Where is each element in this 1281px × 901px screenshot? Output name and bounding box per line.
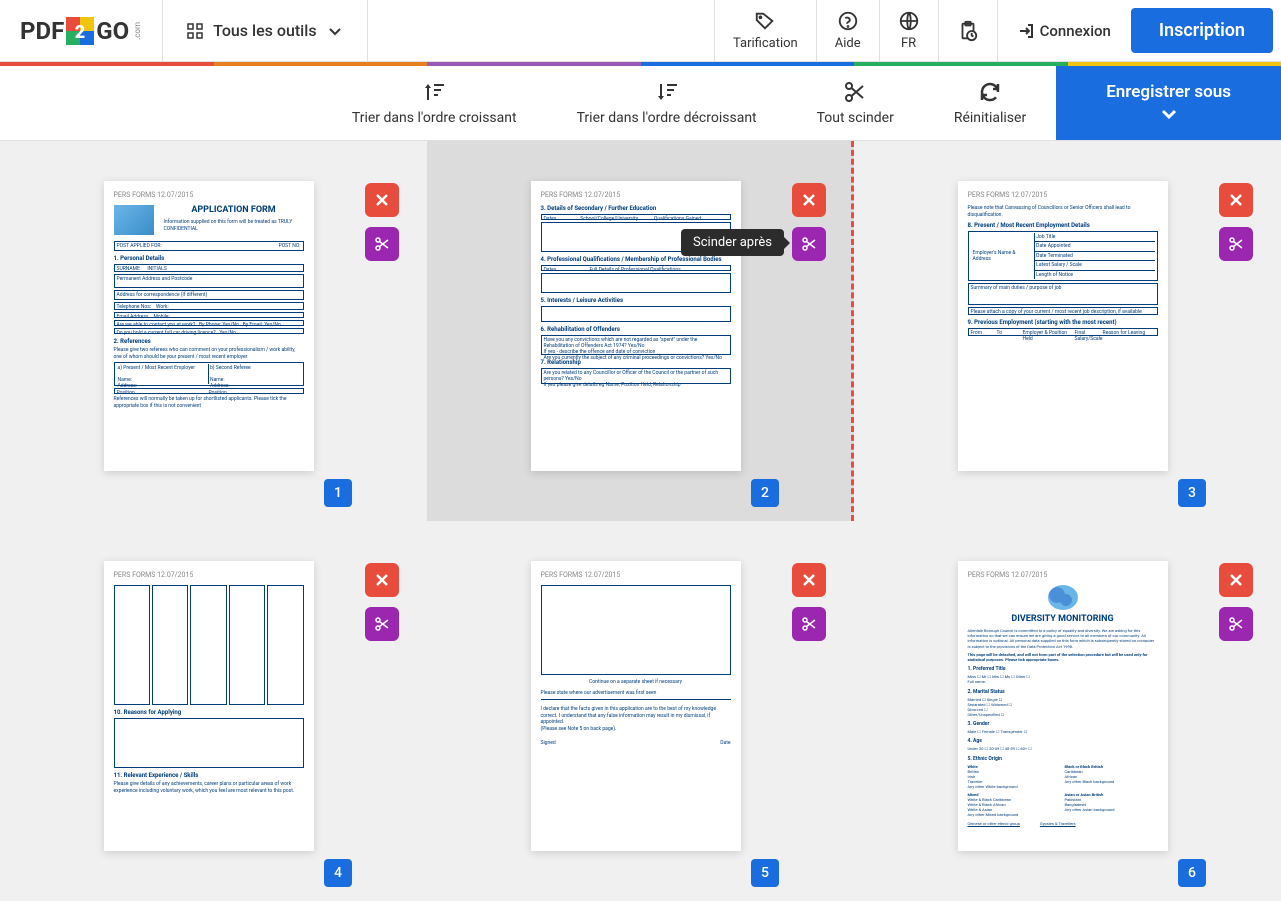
sort-asc-button[interactable]: Trier dans l'ordre croissant xyxy=(322,66,547,140)
close-icon xyxy=(801,192,817,208)
page-number: 3 xyxy=(1178,479,1206,507)
action-toolbar: Trier dans l'ordre croissant Trier dans … xyxy=(0,66,1281,141)
split-after-button[interactable] xyxy=(792,227,826,261)
close-icon xyxy=(374,192,390,208)
help-label: Aide xyxy=(835,36,861,51)
logo[interactable]: PDF 2 GO .com xyxy=(0,0,163,61)
scissors-icon xyxy=(1228,616,1244,632)
page-number: 2 xyxy=(751,479,779,507)
help-icon xyxy=(837,10,859,32)
page-cell-3[interactable]: PERS FORMS 12.07/2015 Please note that C… xyxy=(854,141,1281,521)
sort-desc-button[interactable]: Trier dans l'ordre décroissant xyxy=(547,66,787,140)
sort-desc-icon xyxy=(655,80,679,104)
delete-page-button[interactable] xyxy=(1219,183,1253,217)
sort-desc-label: Trier dans l'ordre décroissant xyxy=(577,110,757,126)
page-number: 5 xyxy=(751,859,779,887)
signup-button[interactable]: Inscription xyxy=(1131,8,1273,53)
page-number: 4 xyxy=(324,859,352,887)
delete-page-button[interactable] xyxy=(365,183,399,217)
page-thumbnail: PERS FORMS 12.07/2015 APPLICATION FORM I… xyxy=(104,181,314,471)
split-after-button[interactable] xyxy=(365,607,399,641)
sort-asc-label: Trier dans l'ordre croissant xyxy=(352,110,517,126)
page-cell-4[interactable]: PERS FORMS 12.07/2015 10. Reasons for Ap… xyxy=(0,521,427,901)
reset-button[interactable]: Réinitialiser xyxy=(924,66,1056,140)
reset-icon xyxy=(978,80,1002,104)
scissors-icon xyxy=(801,236,817,252)
page-number: 1 xyxy=(324,479,352,507)
login-button[interactable]: Connexion xyxy=(997,0,1131,61)
page-cell-2[interactable]: PERS FORMS 12.07/2015 3. Details of Seco… xyxy=(427,141,854,521)
logo-pdf: PDF xyxy=(20,17,64,45)
page-number: 6 xyxy=(1178,859,1206,887)
lang-label: FR xyxy=(901,36,916,51)
split-tooltip: Scinder après xyxy=(681,229,784,256)
delete-page-button[interactable] xyxy=(365,563,399,597)
pricing-link[interactable]: Tarification xyxy=(714,0,816,61)
login-icon xyxy=(1018,23,1034,39)
page-thumbnail: PERS FORMS 12.07/2015 DIVERSITY MONITORI… xyxy=(958,561,1168,851)
sort-asc-icon xyxy=(422,80,446,104)
close-icon xyxy=(801,572,817,588)
main-header: PDF 2 GO .com Tous les outils Tarificati… xyxy=(0,0,1281,62)
page-thumbnail: PERS FORMS 12.07/2015 Please note that C… xyxy=(958,181,1168,471)
close-icon xyxy=(1228,572,1244,588)
tag-icon xyxy=(754,10,776,32)
page-grid: PERS FORMS 12.07/2015 APPLICATION FORM I… xyxy=(0,141,1281,901)
close-icon xyxy=(374,572,390,588)
grid-icon xyxy=(187,23,203,39)
scissors-icon xyxy=(374,236,390,252)
page-cell-6[interactable]: PERS FORMS 12.07/2015 DIVERSITY MONITORI… xyxy=(854,521,1281,901)
save-button[interactable]: Enregistrer sous xyxy=(1056,66,1281,140)
delete-page-button[interactable] xyxy=(792,563,826,597)
history-link[interactable] xyxy=(938,0,997,61)
save-label: Enregistrer sous xyxy=(1106,82,1231,102)
page-thumbnail: PERS FORMS 12.07/2015 10. Reasons for Ap… xyxy=(104,561,314,851)
chevron-down-icon xyxy=(1159,104,1179,124)
tools-label: Tous les outils xyxy=(213,21,316,40)
logo-2-icon: 2 xyxy=(66,17,94,45)
chevron-down-icon xyxy=(327,23,343,39)
help-link[interactable]: Aide xyxy=(816,0,879,61)
language-selector[interactable]: FR xyxy=(879,0,938,61)
split-all-label: Tout scinder xyxy=(817,110,894,126)
login-label: Connexion xyxy=(1040,22,1111,40)
scissors-icon xyxy=(374,616,390,632)
logo-com: .com xyxy=(133,22,142,40)
clipboard-clock-icon xyxy=(957,20,979,42)
delete-page-button[interactable] xyxy=(1219,563,1253,597)
scissors-icon xyxy=(843,80,867,104)
split-after-button[interactable] xyxy=(365,227,399,261)
scissors-icon xyxy=(1228,236,1244,252)
close-icon xyxy=(1228,192,1244,208)
split-after-button[interactable] xyxy=(1219,607,1253,641)
logo-go: GO xyxy=(96,17,129,45)
svg-text:2: 2 xyxy=(75,22,85,43)
page-cell-1[interactable]: PERS FORMS 12.07/2015 APPLICATION FORM I… xyxy=(0,141,427,521)
split-after-button[interactable] xyxy=(1219,227,1253,261)
split-after-button[interactable] xyxy=(792,607,826,641)
scissors-icon xyxy=(801,616,817,632)
page-cell-5[interactable]: PERS FORMS 12.07/2015 Continue on a sepa… xyxy=(427,521,854,901)
signup-label: Inscription xyxy=(1159,20,1245,41)
reset-label: Réinitialiser xyxy=(954,110,1026,126)
page-thumbnail: PERS FORMS 12.07/2015 3. Details of Seco… xyxy=(531,181,741,471)
split-all-button[interactable]: Tout scinder xyxy=(787,66,924,140)
tools-dropdown[interactable]: Tous les outils xyxy=(163,0,367,61)
globe-icon xyxy=(898,10,920,32)
pricing-label: Tarification xyxy=(733,36,798,51)
delete-page-button[interactable] xyxy=(792,183,826,217)
page-thumbnail: PERS FORMS 12.07/2015 Continue on a sepa… xyxy=(531,561,741,851)
